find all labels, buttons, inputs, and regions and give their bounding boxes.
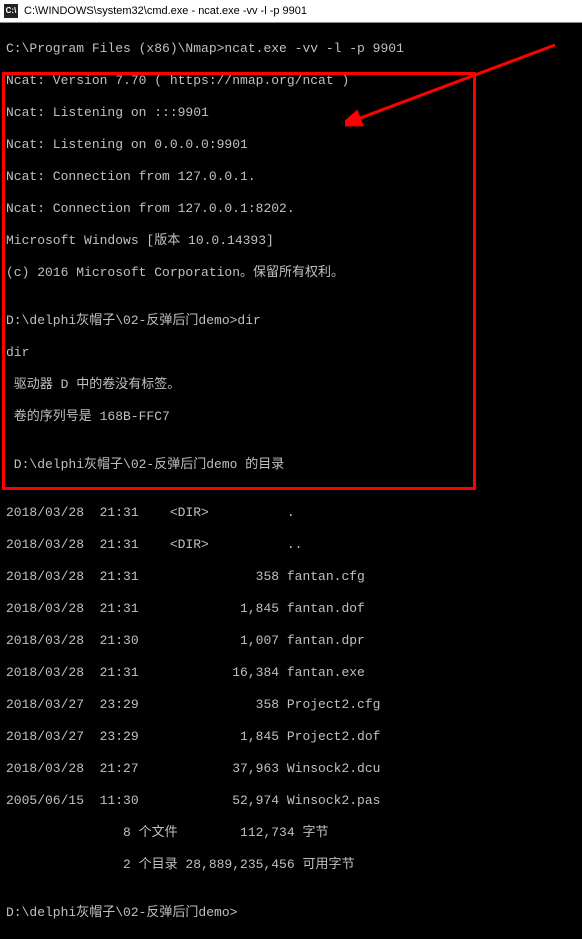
window-title-text: C:\WINDOWS\system32\cmd.exe - ncat.exe -… [24,0,307,22]
terminal-line: D:\delphi灰帽子\02-反弹后门demo>dir [6,313,576,329]
terminal-line: 2 个目录 28,889,235,456 可用字节 [6,857,576,873]
terminal-line: Ncat: Connection from 127.0.0.1. [6,169,576,185]
terminal-line: 2018/03/28 21:31 16,384 fantan.exe [6,665,576,681]
terminal-line: 2018/03/28 21:31 358 fantan.cfg [6,569,576,585]
cmd-icon: C:\ [4,4,18,18]
terminal-line: 驱动器 D 中的卷没有标签。 [6,377,576,393]
terminal-line: 2018/03/28 21:30 1,007 fantan.dpr [6,633,576,649]
terminal-line: Ncat: Connection from 127.0.0.1:8202. [6,201,576,217]
terminal-line: Ncat: Version 7.70 ( https://nmap.org/nc… [6,73,576,89]
terminal-line: dir [6,345,576,361]
window-titlebar[interactable]: C:\ C:\WINDOWS\system32\cmd.exe - ncat.e… [0,0,582,23]
terminal-line: Ncat: Listening on 0.0.0.0:9901 [6,137,576,153]
terminal-line: (c) 2016 Microsoft Corporation。保留所有权利。 [6,265,576,281]
terminal-line: 2018/03/28 21:31 <DIR> . [6,505,576,521]
terminal-line: Microsoft Windows [版本 10.0.14393] [6,233,576,249]
terminal-line: 8 个文件 112,734 字节 [6,825,576,841]
terminal-line: D:\delphi灰帽子\02-反弹后门demo> [6,905,576,921]
terminal-line: Ncat: Listening on :::9901 [6,105,576,121]
terminal-line: 2018/03/27 23:29 358 Project2.cfg [6,697,576,713]
terminal-line: C:\Program Files (x86)\Nmap>ncat.exe -vv… [6,41,576,57]
terminal-line: 2018/03/28 21:27 37,963 Winsock2.dcu [6,761,576,777]
terminal-line: 2005/06/15 11:30 52,974 Winsock2.pas [6,793,576,809]
terminal-line: 2018/03/27 23:29 1,845 Project2.dof [6,729,576,745]
terminal-line: 卷的序列号是 168B-FFC7 [6,409,576,425]
terminal-line: D:\delphi灰帽子\02-反弹后门demo 的目录 [6,457,576,473]
terminal-output[interactable]: C:\Program Files (x86)\Nmap>ncat.exe -vv… [0,23,582,939]
terminal-line: 2018/03/28 21:31 1,845 fantan.dof [6,601,576,617]
terminal-line: 2018/03/28 21:31 <DIR> .. [6,537,576,553]
